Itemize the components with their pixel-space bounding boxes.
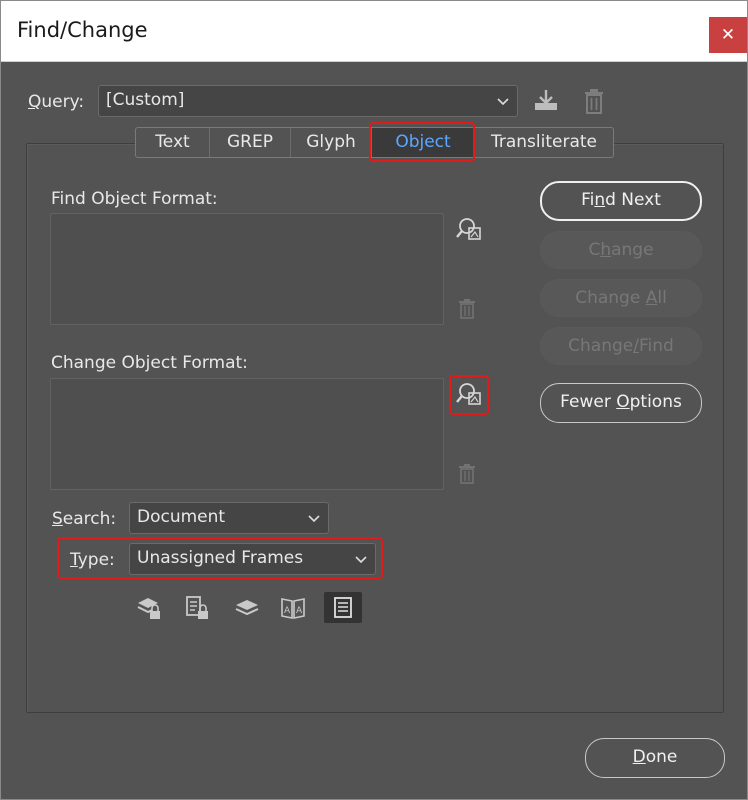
specify-find-format-icon[interactable] [456,217,484,243]
include-footnotes-icon[interactable] [324,592,362,623]
include-locked-objects-icon[interactable] [183,594,211,622]
done-button[interactable]: Done [585,738,725,778]
tab-text[interactable]: Text [136,128,210,157]
fewer-options-button[interactable]: Fewer Options [540,383,702,423]
change-object-format-label: Change Object Format: [51,353,248,373]
close-button[interactable]: ✕ [709,17,747,53]
search-value: Document [137,507,226,527]
save-query-icon[interactable] [532,88,560,114]
window-title: Find/Change [17,18,148,42]
find-object-format-label: Find Object Format: [51,189,218,209]
type-row-highlight [57,537,383,579]
chevron-down-icon [497,98,509,106]
trash-icon[interactable] [582,87,606,115]
change-all-button[interactable]: Change All [540,279,702,317]
include-master-pages-icon[interactable]: A A [279,594,307,622]
find-object-format-box[interactable] [50,213,444,325]
title-bar: Find/Change ✕ [1,1,747,62]
svg-text:A: A [284,606,291,616]
search-select[interactable]: Document [129,502,329,534]
chevron-down-icon [308,515,320,523]
find-change-dialog: Find/Change ✕ Query: [Custom] Text GREP … [0,0,748,800]
clear-change-format-icon[interactable] [458,463,476,485]
change-object-format-box[interactable] [50,378,444,490]
tab-transliterate[interactable]: Transliterate [475,128,613,157]
include-hidden-layers-icon[interactable] [233,594,261,622]
change-find-button[interactable]: Change/Find [540,327,702,365]
change-format-icon-highlight [449,375,489,415]
query-select[interactable]: [Custom] [98,85,518,117]
query-value: [Custom] [106,90,185,110]
search-label: Search: [52,509,117,529]
tab-glyph[interactable]: Glyph [291,128,372,157]
object-tab-highlight [369,122,475,162]
tab-grep[interactable]: GREP [210,128,291,157]
svg-text:A: A [296,606,303,616]
find-next-button[interactable]: Find Next [540,181,702,221]
change-button[interactable]: Change [540,231,702,269]
include-locked-layers-icon[interactable] [135,594,163,622]
query-label: Query: [28,92,85,112]
close-icon: ✕ [720,25,736,45]
clear-find-format-icon[interactable] [458,298,476,320]
